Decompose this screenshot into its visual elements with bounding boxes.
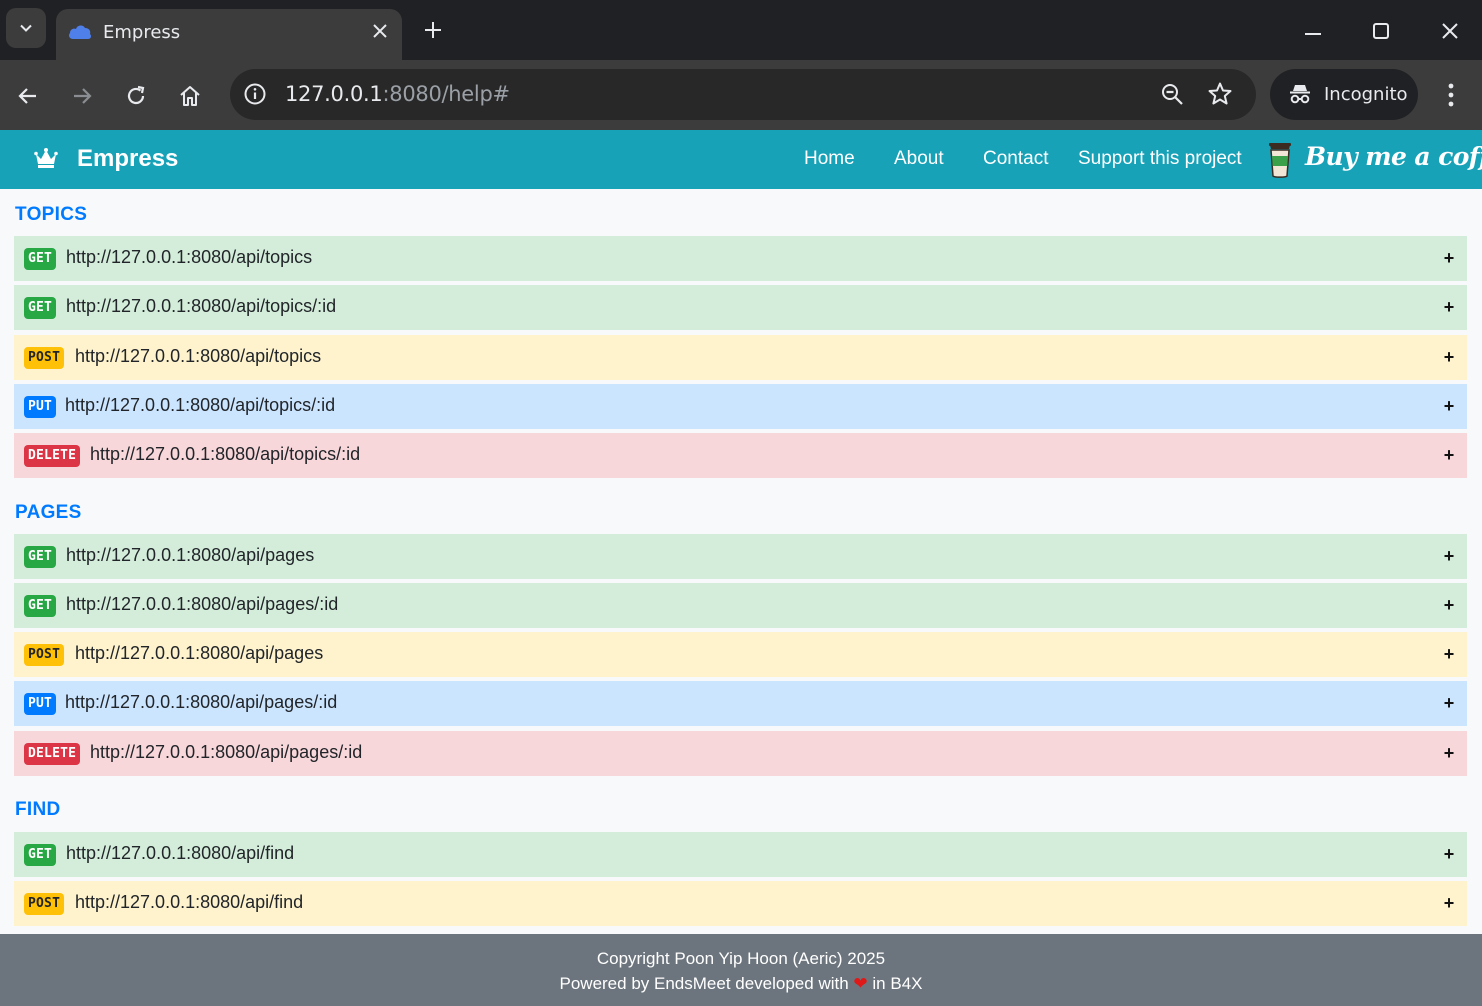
incognito-icon <box>1288 82 1312 111</box>
section-title-find: FIND <box>15 799 61 820</box>
window-close-icon[interactable] <box>1437 18 1463 44</box>
browser-tab-bar: Empress <box>0 0 1482 60</box>
method-badge-get: GET <box>24 546 57 568</box>
zoom-icon[interactable] <box>1160 82 1186 113</box>
method-badge-post: POST <box>24 893 65 915</box>
address-bar[interactable]: 127.0.0.1:8080/help# <box>230 69 1256 120</box>
more-options-icon[interactable] <box>1440 80 1462 110</box>
expand-plus-icon[interactable]: + <box>1441 595 1457 616</box>
cloud-icon <box>67 21 93 48</box>
expand-plus-icon[interactable]: + <box>1441 743 1457 764</box>
method-badge-get: GET <box>24 844 57 866</box>
endpoint-url: http://127.0.0.1:8080/api/topics/:id <box>65 395 336 415</box>
browser-tab[interactable]: Empress <box>56 9 402 60</box>
section-title-topics: TOPICS <box>15 204 88 225</box>
expand-plus-icon[interactable]: + <box>1441 546 1457 567</box>
endpoint-row[interactable]: GET http://127.0.0.1:8080/api/topics + <box>14 236 1467 281</box>
powered-by-line: Powered by EndsMeet developed with ❤ in … <box>0 974 1482 994</box>
endpoint-url: http://127.0.0.1:8080/api/find <box>75 892 304 912</box>
tab-search-button[interactable] <box>6 8 46 48</box>
endpoint-row[interactable]: GET http://127.0.0.1:8080/api/find + <box>14 832 1467 877</box>
nav-link-contact[interactable]: Contact <box>983 148 1048 170</box>
endpoint-row[interactable]: PUT http://127.0.0.1:8080/api/pages/:id … <box>14 681 1467 726</box>
expand-plus-icon[interactable]: + <box>1441 844 1457 865</box>
incognito-indicator[interactable]: Incognito <box>1270 69 1418 120</box>
endpoint-row[interactable]: DELETE http://127.0.0.1:8080/api/pages/:… <box>14 731 1467 776</box>
site-info-icon[interactable] <box>243 82 267 111</box>
expand-plus-icon[interactable]: + <box>1441 644 1457 665</box>
buy-me-a-coffee-link[interactable]: Buy me a coffee <box>1305 142 1482 171</box>
nav-link-support[interactable]: Support this project <box>1078 148 1242 170</box>
endpoint-url: http://127.0.0.1:8080/api/topics/:id <box>66 296 337 316</box>
new-tab-icon[interactable] <box>420 17 446 43</box>
endpoint-row[interactable]: POST http://127.0.0.1:8080/api/topics + <box>14 335 1467 380</box>
method-badge-delete: DELETE <box>24 445 81 467</box>
chevron-down-icon <box>20 24 32 32</box>
expand-plus-icon[interactable]: + <box>1441 347 1457 368</box>
endpoint-row[interactable]: DELETE http://127.0.0.1:8080/api/topics/… <box>14 433 1467 478</box>
nav-link-about[interactable]: About <box>894 148 944 170</box>
method-badge-put: PUT <box>24 396 57 418</box>
brand-link[interactable]: Empress <box>77 145 178 173</box>
minimize-icon[interactable] <box>1300 18 1326 44</box>
reload-icon[interactable] <box>122 82 150 110</box>
tab-title: Empress <box>103 22 181 43</box>
endpoint-row[interactable]: POST http://127.0.0.1:8080/api/find + <box>14 881 1467 926</box>
method-badge-get: GET <box>24 248 57 270</box>
url-host: 127.0.0.1 <box>285 82 383 106</box>
endpoint-url: http://127.0.0.1:8080/api/pages/:id <box>66 594 339 614</box>
method-badge-get: GET <box>24 297 57 319</box>
close-tab-icon[interactable] <box>369 20 391 42</box>
endpoint-row[interactable]: GET http://127.0.0.1:8080/api/pages + <box>14 534 1467 579</box>
browser-toolbar: 127.0.0.1:8080/help# Incognito <box>0 60 1482 130</box>
method-badge-get: GET <box>24 595 57 617</box>
expand-plus-icon[interactable]: + <box>1441 893 1457 914</box>
forward-arrow-icon[interactable] <box>68 82 96 110</box>
copyright-text: Copyright Poon Yip Hoon (Aeric) 2025 <box>596 949 886 968</box>
bookmark-star-icon[interactable] <box>1207 81 1233 112</box>
heart-icon: ❤ <box>853 974 868 993</box>
expand-plus-icon[interactable]: + <box>1441 693 1457 714</box>
endpoint-url: http://127.0.0.1:8080/api/topics/:id <box>90 444 361 464</box>
powered-by-suffix: in B4X <box>872 974 923 993</box>
endpoint-url: http://127.0.0.1:8080/api/topics <box>75 346 322 366</box>
powered-by-text: Powered by EndsMeet developed with <box>559 974 849 993</box>
url-path: :8080/help# <box>382 82 511 106</box>
endpoint-row[interactable]: GET http://127.0.0.1:8080/api/topics/:id… <box>14 285 1467 330</box>
incognito-label: Incognito <box>1324 84 1408 105</box>
method-badge-delete: DELETE <box>24 743 81 765</box>
method-badge-post: POST <box>24 644 65 666</box>
endpoint-url: http://127.0.0.1:8080/api/pages <box>75 643 324 663</box>
method-badge-post: POST <box>24 347 65 369</box>
endpoint-url: http://127.0.0.1:8080/api/find <box>66 843 295 863</box>
endpoint-row[interactable]: GET http://127.0.0.1:8080/api/pages/:id … <box>14 583 1467 628</box>
expand-plus-icon[interactable]: + <box>1441 396 1457 417</box>
home-icon[interactable] <box>176 82 204 110</box>
nav-link-home[interactable]: Home <box>804 148 855 170</box>
method-badge-put: PUT <box>24 693 57 715</box>
section-title-pages: PAGES <box>15 502 82 523</box>
expand-plus-icon[interactable]: + <box>1441 297 1457 318</box>
endpoint-url: http://127.0.0.1:8080/api/pages/:id <box>65 692 338 712</box>
endpoint-row[interactable]: PUT http://127.0.0.1:8080/api/topics/:id… <box>14 384 1467 429</box>
endpoint-url: http://127.0.0.1:8080/api/pages/:id <box>90 742 363 762</box>
url-text: 127.0.0.1:8080/help# <box>285 82 510 106</box>
site-navbar: Empress Home About Contact Support this … <box>0 130 1482 189</box>
crown-icon <box>33 147 59 174</box>
back-arrow-icon[interactable] <box>14 82 42 110</box>
coffee-cup-icon[interactable] <box>1267 141 1293 184</box>
expand-plus-icon[interactable]: + <box>1441 445 1457 466</box>
page-footer: Copyright Poon Yip Hoon (Aeric) 2025 Pow… <box>0 934 1482 1006</box>
endpoint-url: http://127.0.0.1:8080/api/pages <box>66 545 315 565</box>
maximize-icon[interactable] <box>1368 18 1394 44</box>
endpoint-row[interactable]: POST http://127.0.0.1:8080/api/pages + <box>14 632 1467 677</box>
endpoint-url: http://127.0.0.1:8080/api/topics <box>66 247 313 267</box>
expand-plus-icon[interactable]: + <box>1441 248 1457 269</box>
